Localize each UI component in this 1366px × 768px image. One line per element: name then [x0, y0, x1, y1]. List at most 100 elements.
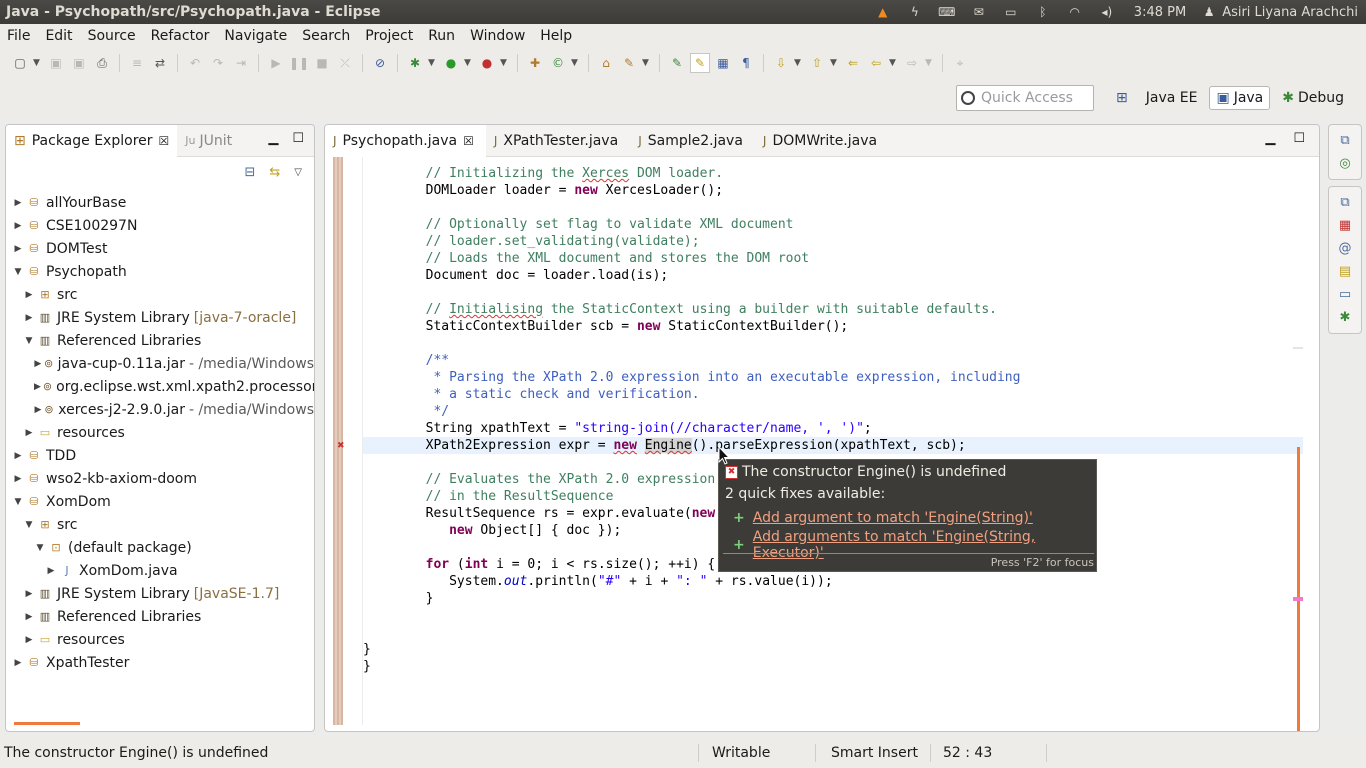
menu-window[interactable]: Window — [463, 28, 533, 44]
new-java-class-icon[interactable]: © — [548, 53, 568, 73]
code-line[interactable]: XPath2Expression expr = new Engine().par… — [363, 437, 1303, 454]
annotation-ruler[interactable] — [343, 157, 363, 725]
volume-icon[interactable]: ◂) — [1098, 5, 1116, 19]
expand-arrow-icon[interactable]: ▶ — [23, 612, 35, 622]
expand-arrow-icon[interactable]: ▶ — [23, 428, 35, 438]
search-dropdown-icon[interactable]: ▼ — [642, 58, 652, 68]
javadoc-icon[interactable]: @ — [1339, 241, 1352, 256]
redo-icon[interactable]: ↷ — [208, 53, 228, 73]
expand-arrow-icon[interactable]: ▶ — [34, 382, 41, 392]
resume-icon[interactable]: ▶ — [266, 53, 286, 73]
pin-editor-icon[interactable]: ⌖ — [950, 53, 970, 73]
tab-xpathtester-java[interactable]: J XPathTester.java — [486, 125, 630, 157]
next-annotation-icon[interactable]: ⇩ — [771, 53, 791, 73]
next-annotation-dropdown-icon[interactable]: ▼ — [794, 58, 804, 68]
code-line[interactable]: } — [363, 641, 1303, 658]
code-line[interactable]: Document doc = loader.load(is); — [363, 267, 1303, 284]
minimize-icon[interactable]: ▁ — [1265, 131, 1275, 146]
forward-icon[interactable]: ⇨ — [902, 53, 922, 73]
disconnect-icon[interactable]: ⤫ — [335, 53, 355, 73]
quick-fix-item[interactable]: + Add argument to match 'Engine(String)' — [733, 510, 1033, 526]
code-line[interactable] — [363, 284, 1303, 301]
step-icon[interactable]: ⇥ — [231, 53, 251, 73]
code-line[interactable]: StaticContextBuilder scb = new StaticCon… — [363, 318, 1303, 335]
code-line[interactable]: // Initialising the StaticContext using … — [363, 301, 1303, 318]
tab-package-explorer[interactable]: ⊞ Package Explorer ☒ — [6, 125, 178, 157]
minimize-icon[interactable]: ▁ — [268, 131, 278, 146]
open-type-icon[interactable]: ⌂ — [596, 53, 616, 73]
tree-item[interactable]: ▼ ⛁ XomDom — [6, 490, 314, 513]
ruler-error-mark[interactable] — [1293, 597, 1303, 601]
tab-domwrite-java[interactable]: J DOMWrite.java — [755, 125, 889, 157]
code-line[interactable]: // Initializing the Xerces DOM loader. — [363, 165, 1303, 182]
code-line[interactable]: // Loads the XML document and stores the… — [363, 250, 1303, 267]
undo-icon[interactable]: ↶ — [185, 53, 205, 73]
code-line[interactable]: // Optionally set flag to validate XML d… — [363, 216, 1303, 233]
code-line[interactable]: * a static check and verification. — [363, 386, 1303, 403]
debug-view-icon[interactable]: ✱ — [1340, 310, 1351, 325]
collapse-arrow-icon[interactable]: ▼ — [34, 543, 46, 553]
code-line[interactable]: } — [363, 658, 1303, 675]
expand-arrow-icon[interactable]: ▶ — [23, 313, 35, 323]
tree-item[interactable]: ▶ ▭ resources — [6, 628, 314, 651]
previous-annotation-dropdown-icon[interactable]: ▼ — [830, 58, 840, 68]
new-java-package-icon[interactable]: ✚ — [525, 53, 545, 73]
tree-item[interactable]: ▼ ⛁ Psychopath — [6, 260, 314, 283]
tree-item[interactable]: ▶ ⊚ xerces-j2-2.9.0.jar - /media/Windows — [6, 398, 314, 421]
search-icon[interactable]: ✎ — [619, 53, 639, 73]
save-all-icon[interactable]: ▣ — [69, 53, 89, 73]
code-line[interactable] — [363, 607, 1303, 624]
user-name[interactable]: Asiri Liyana Arachchi — [1222, 5, 1358, 20]
tree-item[interactable]: ▶ ▥ JRE System Library [JavaSE-1.7] — [6, 582, 314, 605]
tree-item[interactable]: ▼ ⊞ src — [6, 513, 314, 536]
skip-breakpoints-icon[interactable]: ⊘ — [370, 53, 390, 73]
menu-help[interactable]: Help — [533, 28, 580, 44]
menu-run[interactable]: Run — [421, 28, 463, 44]
expand-arrow-icon[interactable]: ▶ — [45, 566, 57, 576]
toggle-breadcrumb-icon[interactable]: ✎ — [667, 53, 687, 73]
bluetooth-icon[interactable]: ᛒ — [1034, 5, 1052, 19]
terminate-icon[interactable]: ■ — [312, 53, 332, 73]
code-line[interactable]: * Parsing the XPath 2.0 expression into … — [363, 369, 1303, 386]
overview-ruler[interactable] — [1293, 157, 1303, 731]
quick-fix-link[interactable]: Add argument to match 'Engine(String)' — [753, 510, 1033, 526]
keyboard-icon[interactable]: ⌨ — [938, 5, 956, 19]
back-icon[interactable]: ⇦ — [866, 53, 886, 73]
expand-arrow-icon[interactable]: ▶ — [12, 451, 24, 461]
code-line[interactable]: String xpathText = "string-join(//charac… — [363, 420, 1303, 437]
external-tools-icon[interactable]: ● — [477, 53, 497, 73]
quick-access-field[interactable]: Quick Access — [956, 85, 1094, 111]
suspend-icon[interactable]: ❚❚ — [289, 53, 309, 73]
expand-arrow-icon[interactable]: ▶ — [23, 290, 35, 300]
code-line[interactable] — [363, 335, 1303, 352]
perspective-java-ee[interactable]: Java EE — [1140, 87, 1204, 109]
mail-icon[interactable]: ✉ — [970, 5, 988, 19]
tree-item[interactable]: ▼ ⊡ (default package) — [6, 536, 314, 559]
open-perspective-button[interactable]: ⊞ — [1110, 87, 1134, 109]
view-menu-icon[interactable]: ▽ — [294, 167, 302, 178]
code-line[interactable]: } — [363, 590, 1303, 607]
menu-project[interactable]: Project — [358, 28, 421, 44]
code-line[interactable]: System.out.println("#" + i + ": " + rs.v… — [363, 573, 1303, 590]
expand-arrow-icon[interactable]: ▶ — [12, 658, 24, 668]
tree-item[interactable]: ▶ ⛁ TDD — [6, 444, 314, 467]
tree-item[interactable]: ▶ J XomDom.java — [6, 559, 314, 582]
perspective-java[interactable]: ▣ Java — [1209, 86, 1271, 110]
tree-item[interactable]: ▶ ⊚ org.eclipse.wst.xml.xpath2.processor — [6, 375, 314, 398]
wifi-icon[interactable]: ◠ — [1066, 5, 1084, 19]
save-icon[interactable]: ▣ — [46, 53, 66, 73]
menu-file[interactable]: File — [0, 28, 38, 44]
last-edit-location-icon[interactable]: ⇐ — [843, 53, 863, 73]
restore-icon[interactable]: ⧉ — [1340, 195, 1349, 210]
console-icon[interactable]: ▭ — [1339, 287, 1351, 302]
tree-item[interactable]: ▶ ⊞ src — [6, 283, 314, 306]
tree-item[interactable]: ▶ ⛁ DOMTest — [6, 237, 314, 260]
code-line[interactable] — [363, 624, 1303, 641]
outline-icon[interactable]: ◎ — [1339, 156, 1350, 171]
mark-occurrences-icon[interactable]: ✎ — [690, 53, 710, 73]
debug-dropdown-icon[interactable]: ▼ — [428, 58, 438, 68]
restore-icon[interactable]: ⧉ — [1340, 133, 1349, 148]
status-insert-mode[interactable]: Smart Insert — [831, 745, 918, 761]
close-icon[interactable]: ☒ — [463, 134, 474, 148]
tab-sample2-java[interactable]: J Sample2.java — [630, 125, 755, 157]
